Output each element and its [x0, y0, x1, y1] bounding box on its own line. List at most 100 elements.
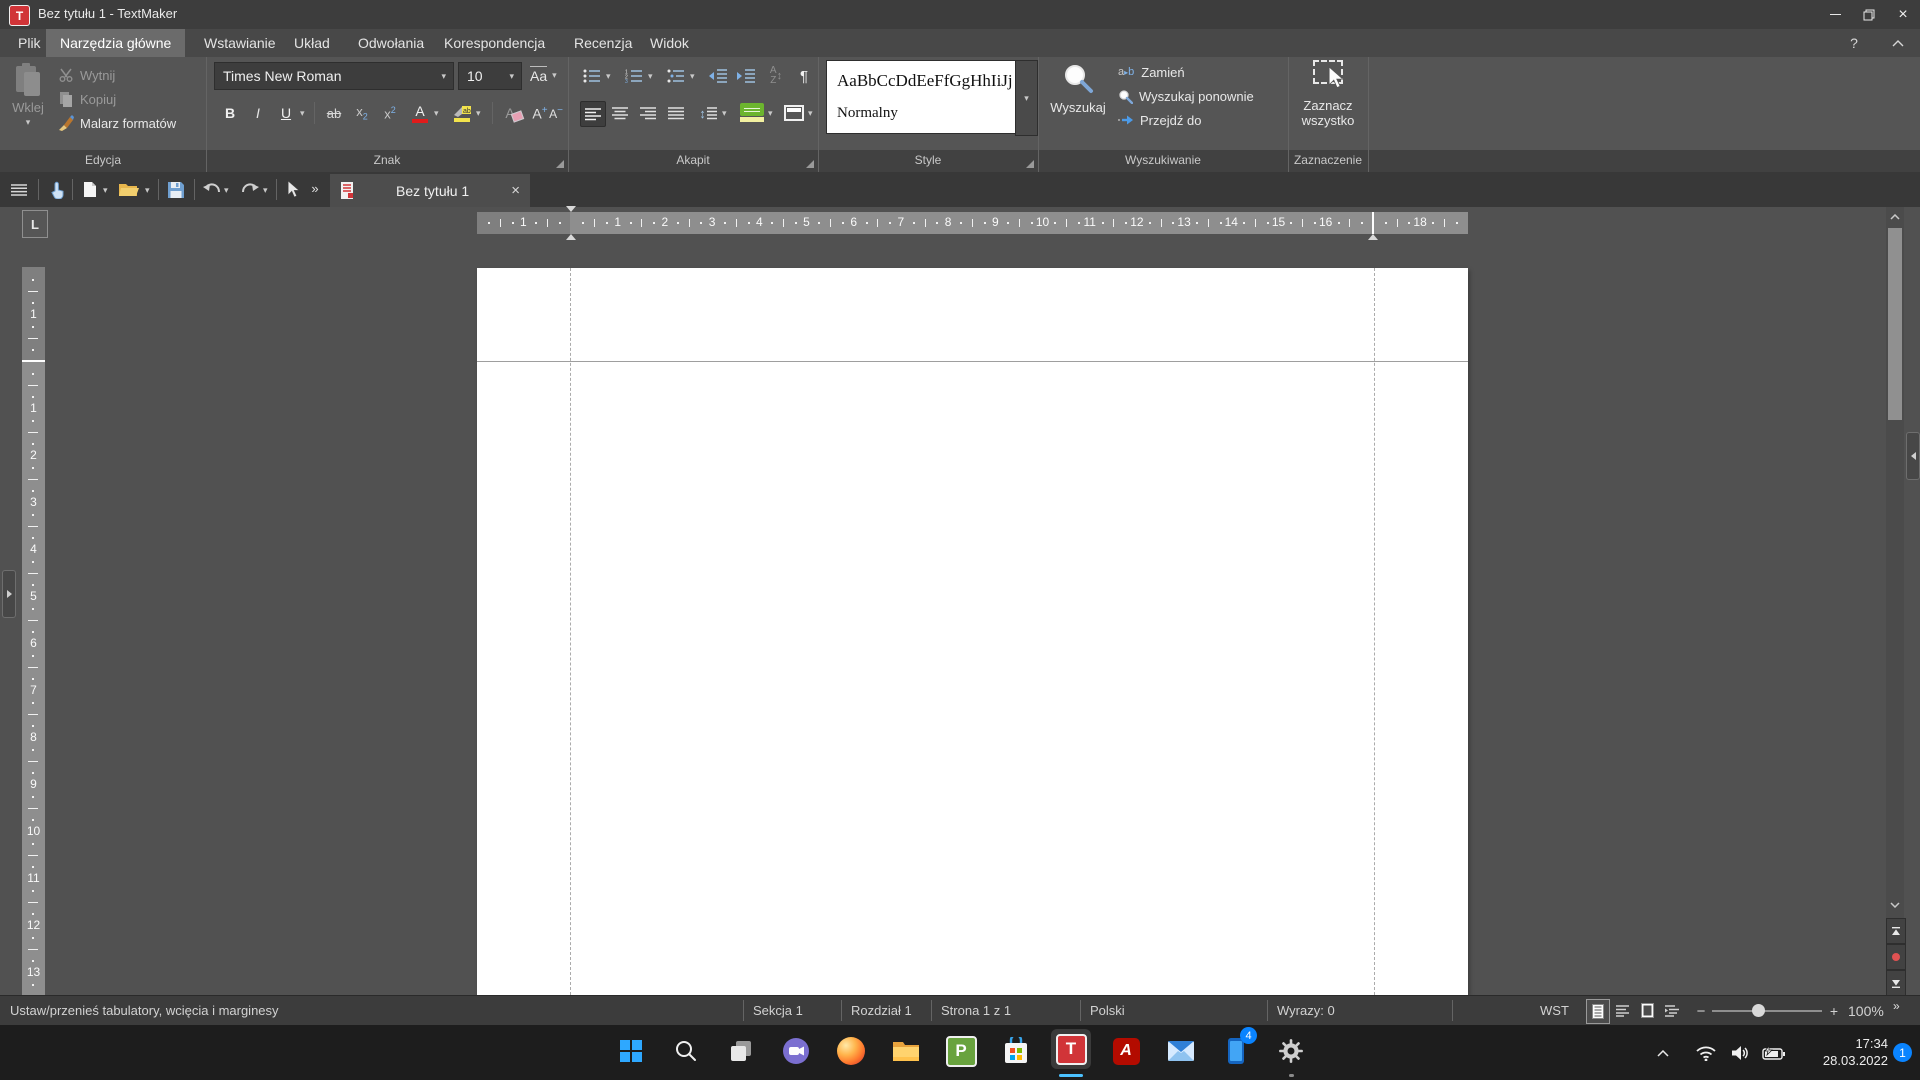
- numbered-list-dropdown-icon[interactable]: ▾: [648, 72, 653, 81]
- copy-button[interactable]: Kopiuj: [58, 88, 116, 110]
- taskbar-acrobat-button[interactable]: A: [1106, 1031, 1146, 1071]
- sort-button[interactable]: AZ↕: [764, 64, 788, 88]
- open-dropdown-icon[interactable]: ▾: [145, 186, 150, 195]
- change-case-button[interactable]: Aa ▾: [530, 62, 557, 88]
- tray-volume-button[interactable]: [1728, 1042, 1752, 1064]
- multilevel-list-button[interactable]: [664, 64, 688, 88]
- notification-badge[interactable]: 1: [1893, 1043, 1912, 1062]
- document-tab[interactable]: Bez tytułu 1 ×: [330, 174, 530, 207]
- toolbar-overflow-button[interactable]: »: [306, 172, 324, 204]
- bullet-list-button[interactable]: [580, 64, 604, 88]
- left-sidebar-toggle[interactable]: [2, 570, 16, 618]
- borders-dropdown-icon[interactable]: ▾: [808, 109, 813, 118]
- status-page[interactable]: Strona 1 z 1: [941, 1003, 1011, 1018]
- superscript-button[interactable]: x2: [378, 101, 402, 125]
- taskbar-firefox-button[interactable]: [831, 1031, 871, 1071]
- status-insert-mode[interactable]: WST: [1540, 1003, 1569, 1018]
- strikethrough-button[interactable]: ab: [322, 101, 346, 125]
- menu-tab-wstawianie[interactable]: Wstawianie: [192, 29, 288, 57]
- h-ruler[interactable]: 11234567891011121314151618: [477, 212, 1468, 234]
- numbered-list-button[interactable]: 123: [622, 64, 646, 88]
- borders-button[interactable]: [782, 101, 806, 125]
- menu-tab-korespondencja[interactable]: Korespondencja: [432, 29, 557, 57]
- decrease-indent-button[interactable]: [706, 64, 730, 88]
- status-chapter[interactable]: Rozdział 1: [851, 1003, 912, 1018]
- tray-show-hidden-button[interactable]: [1652, 1042, 1674, 1064]
- undo-dropdown-icon[interactable]: ▾: [224, 186, 229, 195]
- next-page-button[interactable]: [1886, 970, 1906, 996]
- tray-clock[interactable]: 17:34 28.03.2022: [1796, 1035, 1888, 1069]
- line-spacing-button[interactable]: ↕: [696, 101, 720, 125]
- goto-button[interactable]: Przejdź do: [1118, 110, 1201, 130]
- save-button[interactable]: [163, 172, 189, 207]
- menu-tab-odwolania[interactable]: Odwołania: [346, 29, 436, 57]
- underline-button[interactable]: U: [274, 101, 298, 125]
- highlight-button[interactable]: ab: [450, 101, 474, 125]
- taskbar-textmaker-button[interactable]: T: [1051, 1029, 1091, 1069]
- redo-dropdown-icon[interactable]: ▾: [263, 186, 268, 195]
- right-indent-marker[interactable]: [1368, 234, 1378, 240]
- menu-tab-narzedzia-glowne[interactable]: Narzędzia główne: [46, 29, 185, 57]
- right-margin-line[interactable]: [1372, 212, 1374, 234]
- status-words[interactable]: Wyrazy: 0: [1277, 1003, 1335, 1018]
- zoom-in-button[interactable]: +: [1826, 1001, 1842, 1021]
- search-button[interactable]: Wyszukaj: [1046, 60, 1110, 126]
- increase-indent-button[interactable]: [734, 64, 758, 88]
- view-normal-button[interactable]: [1586, 999, 1610, 1024]
- dialog-launcher-icon[interactable]: [556, 160, 564, 168]
- shrink-font-button[interactable]: A−: [544, 101, 568, 125]
- align-right-button[interactable]: [636, 101, 660, 125]
- menu-tab-recenzja[interactable]: Recenzja: [562, 29, 644, 57]
- tab-stop-selector[interactable]: L: [22, 210, 48, 238]
- touch-mode-button[interactable]: [44, 172, 70, 207]
- underline-dropdown-icon[interactable]: ▾: [300, 109, 305, 118]
- font-color-dropdown-icon[interactable]: ▾: [434, 109, 439, 118]
- multilevel-list-dropdown-icon[interactable]: ▾: [690, 72, 695, 81]
- scroll-up-button[interactable]: [1886, 209, 1904, 225]
- status-section[interactable]: Sekcja 1: [753, 1003, 803, 1018]
- scroll-down-button[interactable]: [1886, 897, 1904, 913]
- taskbar-start-button[interactable]: [611, 1031, 651, 1071]
- document-page[interactable]: [477, 268, 1468, 995]
- taskbar-explorer-button[interactable]: [886, 1031, 926, 1071]
- restore-button[interactable]: [1852, 0, 1886, 29]
- style-gallery-dropdown[interactable]: ▾: [1015, 60, 1038, 136]
- taskbar-taskview-button[interactable]: [721, 1031, 761, 1071]
- italic-button[interactable]: I: [246, 101, 270, 125]
- search-again-button[interactable]: Wyszukaj ponownie: [1118, 86, 1254, 106]
- sidebar-menu-button[interactable]: [6, 172, 32, 207]
- left-indent-marker[interactable]: [566, 234, 576, 240]
- v-ruler[interactable]: 112345678910111213: [22, 267, 45, 995]
- minimize-button[interactable]: [1818, 0, 1852, 29]
- dialog-launcher-icon[interactable]: [806, 160, 814, 168]
- redo-button[interactable]: [238, 172, 262, 207]
- font-color-button[interactable]: A: [408, 101, 432, 125]
- view-draft-button[interactable]: [1611, 999, 1633, 1022]
- taskbar-phone-button[interactable]: 4: [1216, 1031, 1256, 1071]
- undo-button[interactable]: [199, 172, 223, 207]
- taskbar-store-button[interactable]: [996, 1031, 1036, 1071]
- open-button[interactable]: [115, 172, 143, 207]
- right-sidebar-toggle[interactable]: [1906, 432, 1920, 480]
- menu-tab-widok[interactable]: Widok: [638, 29, 701, 57]
- new-document-button[interactable]: [78, 172, 102, 207]
- align-left-button[interactable]: [580, 101, 606, 127]
- paste-dropdown-icon[interactable]: ▾: [6, 118, 50, 127]
- scrollbar-thumb[interactable]: [1888, 228, 1902, 420]
- highlight-dropdown-icon[interactable]: ▾: [476, 109, 481, 118]
- vertical-scrollbar[interactable]: [1886, 207, 1904, 995]
- view-outline-button[interactable]: [1661, 999, 1683, 1022]
- status-language[interactable]: Polski: [1090, 1003, 1125, 1018]
- shading-button[interactable]: [738, 101, 766, 125]
- tray-battery-button[interactable]: [1760, 1042, 1788, 1064]
- justify-button[interactable]: [664, 101, 688, 125]
- subscript-button[interactable]: x2: [350, 101, 374, 125]
- line-spacing-dropdown-icon[interactable]: ▾: [722, 109, 727, 118]
- cut-button[interactable]: Wytnij: [58, 64, 115, 86]
- status-zoom-value[interactable]: 100%: [1848, 1003, 1884, 1019]
- bold-button[interactable]: B: [218, 101, 242, 125]
- previous-page-button[interactable]: [1886, 918, 1906, 944]
- shading-dropdown-icon[interactable]: ▾: [768, 109, 773, 118]
- help-button[interactable]: ?: [1840, 29, 1868, 57]
- align-center-button[interactable]: [608, 101, 632, 125]
